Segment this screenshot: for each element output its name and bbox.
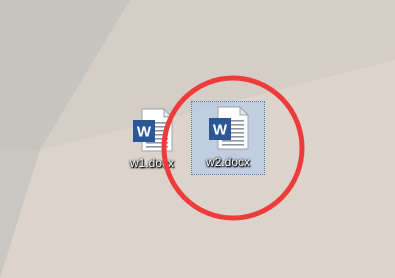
svg-text:W: W [137, 124, 152, 141]
desktop-icon-label: w1.docx [129, 156, 175, 170]
desktop-icon-label: w2.docx [205, 155, 251, 169]
desktop-icon-w1[interactable]: W w1.docx [116, 104, 188, 176]
word-document-icon: W [209, 105, 250, 150]
word-document-icon: W [133, 107, 174, 152]
desktop: W w1.docx W w2.docx [0, 0, 395, 278]
desktop-icon-w2[interactable]: W w2.docx [191, 101, 265, 175]
svg-text:W: W [213, 122, 228, 139]
